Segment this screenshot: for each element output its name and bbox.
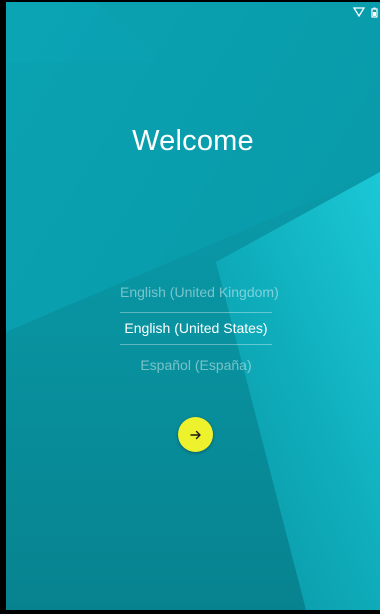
wifi-icon [353, 7, 365, 17]
page-title: Welcome [132, 125, 254, 157]
device-frame: Welcome English (United Kingdom) English… [0, 0, 380, 614]
next-button[interactable] [178, 417, 213, 452]
arrow-right-icon [189, 429, 202, 441]
setup-screen: Welcome English (United Kingdom) English… [6, 2, 380, 610]
status-bar [353, 4, 380, 20]
language-option-es-es[interactable]: Español (España) [120, 347, 272, 383]
language-option-en-gb[interactable]: English (United Kingdom) [120, 274, 279, 310]
language-option-en-us[interactable]: English (United States) [120, 312, 272, 345]
language-picker[interactable]: English (United Kingdom) English (United… [120, 274, 279, 383]
battery-icon [371, 7, 378, 18]
